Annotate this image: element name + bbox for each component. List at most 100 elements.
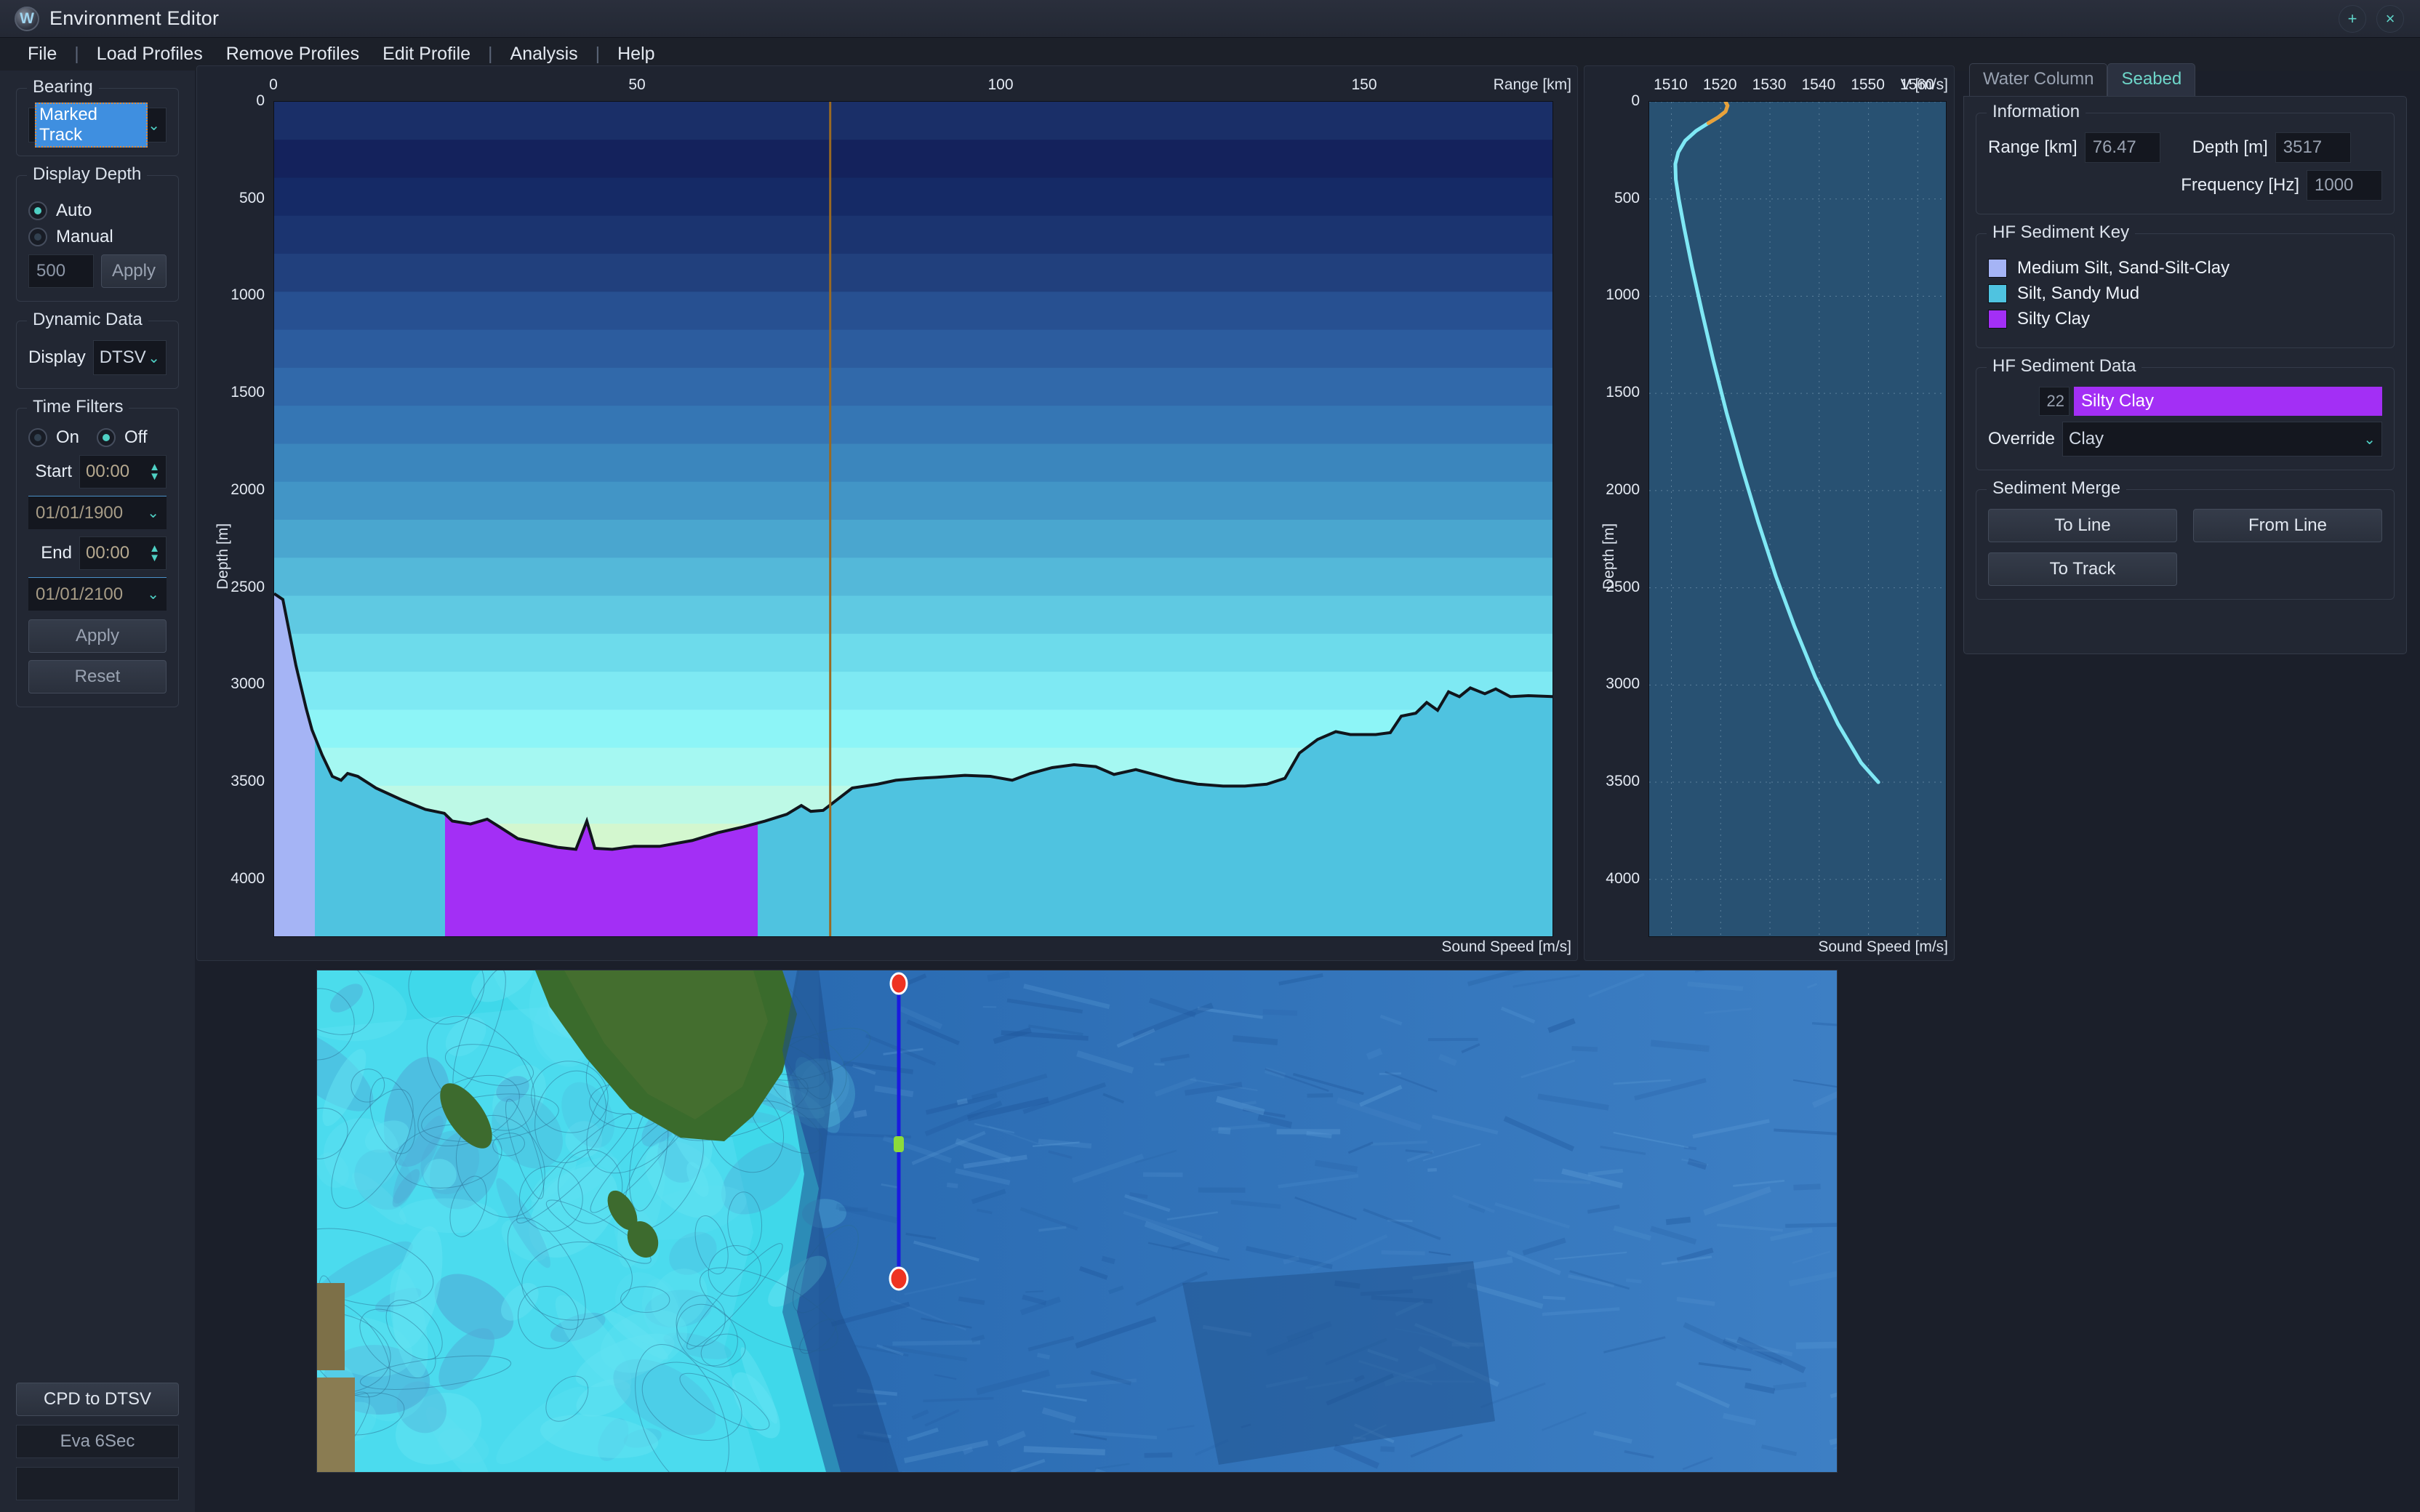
cpd-to-dtsv-button[interactable]: CPD to DTSV xyxy=(16,1383,179,1416)
ssp-x-tick: 1540 xyxy=(1801,76,1836,93)
depth-value: 3517 xyxy=(2275,132,2351,163)
ssp-x-tick: 1560 xyxy=(1899,76,1934,93)
radio-time-on-label: On xyxy=(56,427,80,447)
profile-x-tick: 150 xyxy=(1351,76,1377,93)
ssp-y-tick: 4000 xyxy=(1606,869,1640,887)
sediment-key-item: Medium Silt, Sand-Silt-Clay xyxy=(1988,258,2382,278)
sediment-index: 22 xyxy=(2039,387,2070,416)
time-filters-reset-button[interactable]: Reset xyxy=(28,660,167,693)
from-line-button[interactable]: From Line xyxy=(2193,509,2382,542)
manual-depth-input[interactable]: 500 xyxy=(28,254,94,288)
title-bar: W Environment Editor + × xyxy=(0,0,2420,38)
range-depth-profile-panel: Range [km] Depth [m] Sound Speed [m/s] 0… xyxy=(196,65,1578,961)
radio-time-on-icon xyxy=(28,428,47,447)
profile-svg xyxy=(274,102,1552,936)
end-time-value: 00:00 xyxy=(86,543,130,563)
ssp-x-tick: 1520 xyxy=(1702,76,1737,93)
close-icon[interactable]: × xyxy=(2376,4,2404,33)
bearing-selected-value: Marked Track xyxy=(35,102,148,148)
menu-item-help[interactable]: Help xyxy=(606,41,666,68)
sediment-name[interactable]: Silty Clay xyxy=(2074,387,2382,416)
ssp-y-tick: 500 xyxy=(1614,189,1640,206)
radio-time-on[interactable]: On xyxy=(28,427,79,448)
ssp-plot-area[interactable] xyxy=(1648,101,1947,937)
sediment-swatch-icon xyxy=(1988,259,2007,278)
ssp-y-tick: 0 xyxy=(1631,92,1640,109)
dynamic-data-group: Dynamic Data Display DTSV ⌄ xyxy=(16,310,179,389)
window-controls: + × xyxy=(2339,4,2404,33)
bearing-combo[interactable]: Marked Track ⌄ xyxy=(28,102,167,148)
start-label: Start xyxy=(35,462,72,481)
radio-auto-icon xyxy=(28,201,47,220)
sediment-merge-group: Sediment Merge To Line From Line To Trac… xyxy=(1976,478,2395,600)
bathymetry-map-panel[interactable] xyxy=(266,906,1880,1500)
hf-sediment-key-group-label: HF Sediment Key xyxy=(1987,222,2136,243)
profile-plot-area[interactable] xyxy=(273,101,1553,937)
end-date-combo[interactable]: 01/01/2100 ⌄ xyxy=(28,577,167,611)
chevron-down-icon: ⌄ xyxy=(2363,431,2376,448)
tab-seabed[interactable]: Seabed xyxy=(2107,63,2196,96)
stepper-arrows-icon[interactable]: ▲ ▼ xyxy=(149,543,160,563)
time-filters-apply-button[interactable]: Apply xyxy=(28,619,167,653)
ssp-y-tick: 1500 xyxy=(1606,384,1640,401)
depth-label: Depth [m] xyxy=(2192,137,2268,157)
frequency-label: Frequency [Hz] xyxy=(2181,175,2299,195)
radio-manual-label: Manual xyxy=(56,227,113,246)
radio-auto-label: Auto xyxy=(56,201,92,220)
menu-item-analysis[interactable]: Analysis xyxy=(499,41,590,68)
profile-y-tick: 3000 xyxy=(231,675,265,693)
to-track-button[interactable]: To Track xyxy=(1988,552,2177,586)
maximize-icon[interactable]: + xyxy=(2339,4,2366,33)
tab-water-column[interactable]: Water Column xyxy=(1969,63,2108,96)
radio-time-off[interactable]: Off xyxy=(97,427,148,448)
start-time-stepper[interactable]: 00:00 ▲ ▼ xyxy=(79,455,167,488)
radio-time-off-icon xyxy=(97,428,116,447)
display-depth-apply-button[interactable]: Apply xyxy=(100,254,167,288)
eva-status-field: Eva 6Sec xyxy=(16,1425,179,1458)
profile-x-tick: 0 xyxy=(269,76,278,93)
display-depth-group-label: Display Depth xyxy=(27,164,148,185)
ssp-y-tick: 3500 xyxy=(1606,773,1640,790)
profile-x-tick: 50 xyxy=(628,76,646,93)
sediment-swatch-icon xyxy=(1988,310,2007,329)
time-filters-group: Time Filters On Off Start 00:00 ▲ ▼ 01/01… xyxy=(16,397,179,707)
radio-auto[interactable]: Auto xyxy=(28,201,167,221)
information-group: Information Range [km] 76.47 Depth [m] 3… xyxy=(1976,102,2395,214)
sediment-merge-group-label: Sediment Merge xyxy=(1987,478,2127,499)
end-label: End xyxy=(41,543,72,563)
app-logo-icon: W xyxy=(15,6,39,31)
range-value: 76.47 xyxy=(2084,132,2160,163)
bathymetry-map[interactable] xyxy=(266,906,1880,1500)
radio-manual[interactable]: Manual xyxy=(28,227,167,247)
menu-item-edit-profile[interactable]: Edit Profile xyxy=(371,41,482,68)
menu-separator: | xyxy=(488,44,493,64)
hf-sediment-data-group-label: HF Sediment Data xyxy=(1987,356,2142,377)
sediment-key-item: Silty Clay xyxy=(1988,309,2382,329)
stepper-arrows-icon[interactable]: ▲ ▼ xyxy=(149,462,160,482)
start-date-combo[interactable]: 01/01/1900 ⌄ xyxy=(28,496,167,529)
profile-y-tick: 1000 xyxy=(231,286,265,304)
end-time-stepper[interactable]: 00:00 ▲ ▼ xyxy=(79,536,167,570)
sediment-key-label: Silt, Sandy Mud xyxy=(2017,284,2140,303)
sediment-key-label: Medium Silt, Sand-Silt-Clay xyxy=(2017,258,2230,278)
to-line-button[interactable]: To Line xyxy=(1988,509,2177,542)
time-filters-group-label: Time Filters xyxy=(27,397,129,417)
bearing-group: Bearing Marked Track ⌄ xyxy=(16,77,179,156)
menu-item-load-profiles[interactable]: Load Profiles xyxy=(85,41,215,68)
right-panel-tabs: Water Column Seabed xyxy=(1963,63,2407,96)
window-title: Environment Editor xyxy=(49,7,220,29)
seabed-tab-body: Information Range [km] 76.47 Depth [m] 3… xyxy=(1963,96,2407,654)
menu-item-file[interactable]: File xyxy=(16,41,68,68)
frequency-value: 1000 xyxy=(2307,170,2382,201)
menu-item-remove-profiles[interactable]: Remove Profiles xyxy=(215,41,371,68)
sidebar-bottom-actions: CPD to DTSV Eva 6Sec xyxy=(16,1383,179,1500)
range-label: Range [km] xyxy=(1988,137,2078,157)
chevron-down-icon: ⌄ xyxy=(148,117,160,134)
override-combo[interactable]: Clay ⌄ xyxy=(2062,422,2382,457)
chevron-down-icon: ⌄ xyxy=(147,505,159,521)
sediment-key-label: Silty Clay xyxy=(2017,309,2091,329)
profile-y-tick: 1500 xyxy=(231,384,265,401)
dynamic-display-combo[interactable]: DTSV ⌄ xyxy=(92,340,167,375)
chevron-down-icon: ⌄ xyxy=(147,587,159,603)
menu-separator: | xyxy=(74,44,79,64)
